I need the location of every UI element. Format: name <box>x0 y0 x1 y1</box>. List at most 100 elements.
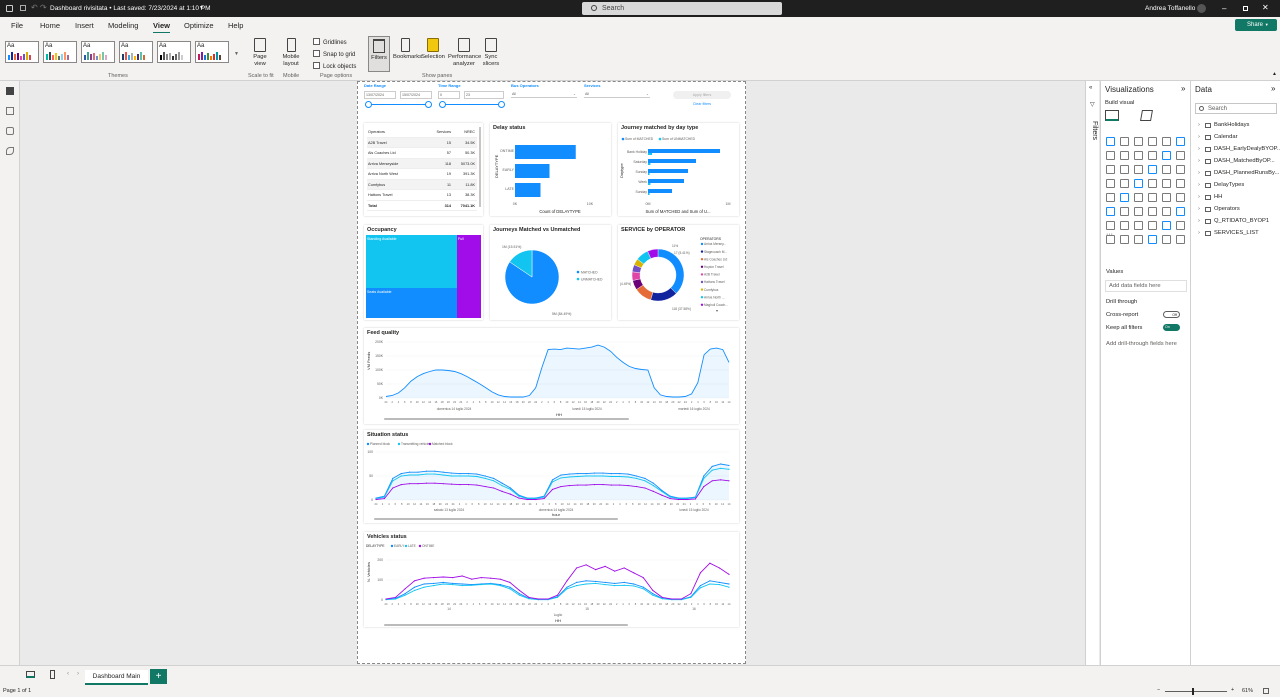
expand-chevron-icon[interactable]: › <box>1198 134 1200 140</box>
page-view-button[interactable]: Page view <box>250 38 270 68</box>
tab-scroll-right-icon[interactable]: › <box>77 671 79 677</box>
desktop-layout-icon[interactable] <box>26 671 35 678</box>
theme-option[interactable]: Aa <box>119 41 153 63</box>
feed-quality-chart[interactable]: Feed quality 200K 150K 100K 50K 0K 24 2 4 6 8 10 12… <box>364 328 739 424</box>
visual-type-icon[interactable] <box>1120 151 1129 160</box>
table-scrollbar[interactable] <box>479 127 481 207</box>
dax-view-icon[interactable] <box>6 147 14 155</box>
visual-type-icon[interactable] <box>1148 165 1157 174</box>
visual-type-icon[interactable] <box>1176 221 1185 230</box>
data-table-item[interactable]: › BankHolidays <box>1198 122 1249 128</box>
time-to-input[interactable]: 23 <box>464 91 504 99</box>
visual-type-icon[interactable] <box>1134 207 1143 216</box>
expand-chevron-icon[interactable]: › <box>1198 182 1200 188</box>
themes-scroll-icon[interactable]: ▼ <box>234 51 239 57</box>
clear-filters-link[interactable]: Clear filters <box>673 102 731 106</box>
visual-type-icon[interactable] <box>1134 151 1143 160</box>
visual-type-icon[interactable] <box>1176 179 1185 188</box>
vehicles-status-chart[interactable]: Vehicles status 200 100 0 24 2 4 6 8 10 12 14 16 18 2… <box>364 532 739 627</box>
zoom-out-icon[interactable]: − <box>1157 687 1160 693</box>
collapse-ribbon-icon[interactable]: ▲ <box>1272 71 1277 77</box>
menu-insert[interactable]: Insert <box>75 21 94 30</box>
expand-chevron-icon[interactable]: › <box>1198 122 1200 128</box>
time-from-input[interactable]: 0 <box>438 91 460 99</box>
model-view-icon[interactable] <box>6 127 14 135</box>
visual-type-icon[interactable] <box>1120 137 1129 146</box>
visual-type-icon[interactable] <box>1106 165 1115 174</box>
table-view-icon[interactable] <box>6 107 14 115</box>
collapse-data-icon[interactable]: » <box>1271 84 1275 93</box>
bus-operators-dropdown[interactable]: All ⌄ <box>511 91 577 98</box>
data-table-item[interactable]: › HH <box>1198 194 1222 200</box>
cross-report-toggle[interactable]: Off <box>1163 311 1180 318</box>
expand-chevron-icon[interactable]: › <box>1198 230 1200 236</box>
visual-type-icon[interactable] <box>1106 221 1115 230</box>
visual-type-icon[interactable] <box>1162 137 1171 146</box>
theme-option[interactable]: Aa <box>81 41 115 63</box>
date-range-slicer[interactable]: Date Range 13/07/2024 15/07/2024 <box>364 83 434 111</box>
table-row[interactable]: Als Coaches Ltd 57 50.3K <box>367 148 477 159</box>
fit-page-icon[interactable] <box>1263 688 1269 694</box>
services-slicer[interactable]: Services All ⌄ <box>584 83 652 101</box>
visual-type-icon[interactable] <box>1120 207 1129 216</box>
data-table-item[interactable]: › DASH_EarlyDealyBYOP... <box>1198 146 1280 152</box>
visual-type-icon[interactable] <box>1162 207 1171 216</box>
data-table-item[interactable]: › DASH_MatchedByOP... <box>1198 158 1275 164</box>
theme-option[interactable]: Aa <box>157 41 191 63</box>
treemap-seats[interactable]: Seats Available <box>366 288 457 318</box>
add-page-button[interactable]: + <box>150 669 167 684</box>
filters-pane-collapsed[interactable]: « ▽ Filters <box>1085 81 1099 665</box>
visual-type-icon[interactable] <box>1148 221 1157 230</box>
restore-icon[interactable] <box>1243 6 1248 11</box>
treemap-full[interactable]: Full <box>457 235 481 318</box>
visual-type-icon[interactable] <box>1162 193 1171 202</box>
user-name[interactable]: Andrea Toffanello <box>1145 0 1195 17</box>
mobile-layout-icon[interactable] <box>50 670 55 679</box>
visual-type-icon[interactable] <box>1176 137 1185 146</box>
visual-type-icon[interactable] <box>1162 151 1171 160</box>
delay-status-chart[interactable]: Delay status DELAYTYPE ONTIME EARLY LATE 0K 1… <box>490 123 611 216</box>
visual-type-icon[interactable] <box>1106 193 1115 202</box>
table-total-row[interactable]: Total 314 7041.1K <box>367 200 477 211</box>
operators-table[interactable]: Operators Services NREC A2B Travel 15 34.5K Al… <box>364 123 483 216</box>
visual-type-icon[interactable] <box>1176 193 1185 202</box>
zoom-level[interactable]: 61% <box>1242 688 1253 694</box>
time-slider-handle-start[interactable] <box>439 101 446 108</box>
occupancy-treemap[interactable]: Occupancy Standing Available Seats Avail… <box>364 225 483 320</box>
time-range-slicer[interactable]: Time Range 0 23 <box>438 83 506 111</box>
visual-type-icon[interactable] <box>1148 193 1157 202</box>
visual-type-icon[interactable] <box>1162 179 1171 188</box>
global-search-input[interactable]: Search <box>582 2 782 15</box>
data-table-item[interactable]: › DASH_PlannedRunsBy... <box>1198 170 1279 176</box>
tab-scroll-left-icon[interactable]: ‹ <box>67 671 69 677</box>
redo-icon[interactable]: ↷ <box>40 3 47 12</box>
visual-type-icon[interactable] <box>1148 151 1157 160</box>
visual-type-icon[interactable] <box>1134 165 1143 174</box>
table-header-row[interactable]: Operators Services NREC <box>367 127 477 138</box>
visual-type-icon[interactable] <box>1134 193 1143 202</box>
expand-chevron-icon[interactable]: › <box>1198 194 1200 200</box>
table-row[interactable]: Arriva North West 19 391.3K <box>367 169 477 180</box>
services-dropdown[interactable]: All ⌄ <box>584 91 650 98</box>
visual-type-icon[interactable] <box>1162 165 1171 174</box>
journey-daytype-chart[interactable]: Journey matched by day type Sum of MATCH… <box>618 123 739 216</box>
menu-file[interactable]: File <box>11 21 23 30</box>
visual-type-icon[interactable] <box>1176 151 1185 160</box>
visual-type-icon[interactable] <box>1148 235 1157 244</box>
visual-type-icon[interactable] <box>1120 235 1129 244</box>
zoom-in-icon[interactable]: + <box>1231 687 1234 693</box>
visual-type-icon[interactable] <box>1176 235 1185 244</box>
avatar[interactable] <box>1197 4 1206 13</box>
theme-option[interactable]: Aa <box>5 41 39 63</box>
menu-modeling[interactable]: Modeling <box>108 21 138 30</box>
zoom-slider[interactable] <box>1165 691 1227 692</box>
visual-type-icon[interactable] <box>1120 179 1129 188</box>
visual-type-icon[interactable] <box>1134 221 1143 230</box>
data-table-item[interactable]: › Operators <box>1198 206 1240 212</box>
collapse-viz-icon[interactable]: » <box>1181 84 1185 93</box>
visual-type-icon[interactable] <box>1120 221 1129 230</box>
lock-checkbox[interactable]: Lock objects <box>313 62 356 70</box>
more-visuals-icon[interactable]: ··· <box>1106 231 1113 238</box>
date-from-input[interactable]: 13/07/2024 <box>364 91 396 99</box>
visual-type-icon[interactable] <box>1120 165 1129 174</box>
